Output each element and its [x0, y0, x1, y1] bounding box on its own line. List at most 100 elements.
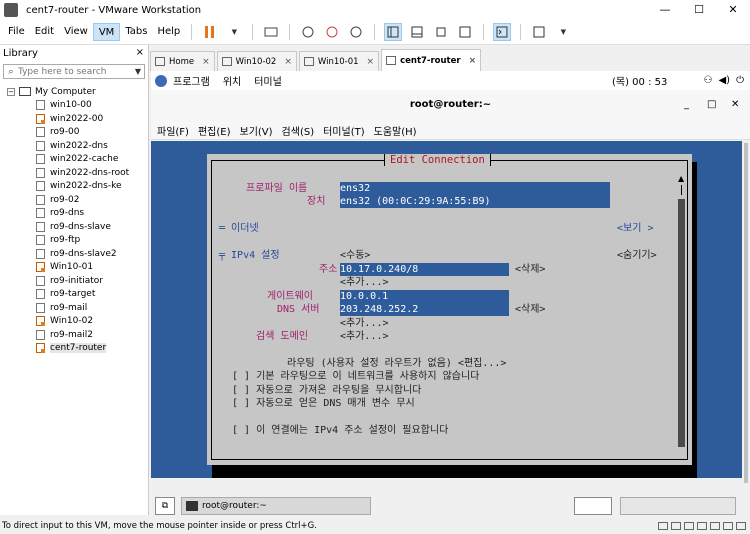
unity-icon[interactable]: [456, 23, 474, 41]
close-icon[interactable]: ×: [202, 57, 210, 67]
tree-item-vm[interactable]: ro9-02: [0, 193, 148, 207]
collapse-icon[interactable]: −: [7, 87, 15, 96]
terminal-maximize-button[interactable]: □: [707, 90, 716, 119]
close-icon[interactable]: ×: [367, 57, 375, 67]
tree-item-vm[interactable]: cent7-router: [0, 342, 148, 356]
network-icon[interactable]: ⚇: [704, 75, 713, 86]
volume-icon[interactable]: ◀): [718, 75, 730, 86]
show-desktop-icon[interactable]: ⧉: [155, 497, 175, 515]
tree-root-my-computer[interactable]: − My Computer: [0, 85, 148, 99]
workspace-1[interactable]: [574, 497, 612, 515]
hdd-icon[interactable]: [658, 522, 668, 530]
close-button[interactable]: ✕: [716, 0, 750, 20]
menu-programs[interactable]: 프로그램: [173, 73, 210, 88]
terminal-menu-file[interactable]: 파일(F): [157, 123, 189, 138]
tree-item-vm[interactable]: ro9-mail2: [0, 328, 148, 342]
menu-places[interactable]: 위치: [223, 73, 241, 88]
device-field[interactable]: ens32 (00:0C:29:9A:55:B9): [340, 195, 610, 208]
terminal-menu-terminal[interactable]: 터미널(T): [323, 123, 365, 138]
terminal-menu-view[interactable]: 보기(V): [240, 123, 273, 138]
tree-item-vm[interactable]: ro9-target: [0, 288, 148, 302]
revert-snapshot-icon[interactable]: [323, 23, 341, 41]
cdrom-icon[interactable]: [671, 522, 681, 530]
tree-item-vm[interactable]: ro9-initiator: [0, 274, 148, 288]
tree-item-vm[interactable]: win10-00: [0, 99, 148, 113]
network-adapter-icon[interactable]: [684, 522, 694, 530]
option-ignore-auto-routes[interactable]: [ ] 자동으로 가져온 라우팅을 무시합니다: [232, 384, 421, 397]
tab-home[interactable]: Home ×: [150, 51, 215, 71]
routing-line[interactable]: 라우팅 (사용자 설정 라우트가 없음) <편집...>: [287, 357, 506, 370]
scrollbar-track[interactable]: [678, 199, 685, 447]
menu-file[interactable]: File: [3, 23, 30, 41]
usb-icon[interactable]: [710, 522, 720, 530]
menu-edit[interactable]: Edit: [30, 23, 59, 41]
gateway-field[interactable]: 10.0.0.1: [340, 290, 509, 303]
tree-item-vm[interactable]: ro9-dns: [0, 207, 148, 221]
dialog-scrollbar[interactable]: ▲: [678, 173, 685, 447]
tree-item-vm[interactable]: win2022-dns-ke: [0, 180, 148, 194]
menu-terminal[interactable]: 터미널: [254, 73, 282, 88]
tree-item-vm[interactable]: win2022-dns-root: [0, 166, 148, 180]
library-search-input[interactable]: ⌕ Type here to search ▼: [3, 64, 145, 79]
tree-item-vm[interactable]: win2022-dns: [0, 139, 148, 153]
search-domain-add-button[interactable]: <추가...>: [340, 330, 389, 343]
scrollbar-thumb[interactable]: [744, 143, 748, 483]
tree-item-vm[interactable]: ro9-mail: [0, 301, 148, 315]
maximize-button[interactable]: ☐: [682, 0, 716, 20]
menu-help[interactable]: Help: [152, 23, 185, 41]
taskbar-terminal[interactable]: root@router:~: [181, 497, 371, 515]
terminal-minimize-button[interactable]: _: [684, 90, 689, 119]
terminal-menu-search[interactable]: 검색(S): [282, 123, 315, 138]
show-library-icon[interactable]: [384, 23, 403, 41]
close-icon[interactable]: ×: [284, 57, 292, 67]
option-ignore-auto-dns[interactable]: [ ] 자동으로 얻은 DNS 매개 변수 무시: [232, 397, 415, 410]
terminal-close-button[interactable]: ✕: [731, 90, 739, 119]
library-close-button[interactable]: ×: [136, 47, 144, 58]
profile-name-field[interactable]: ens32: [340, 182, 610, 195]
dns-field[interactable]: 203.248.252.2: [340, 303, 509, 316]
close-icon[interactable]: ×: [469, 56, 477, 66]
menu-tabs[interactable]: Tabs: [120, 23, 152, 41]
option-never-default[interactable]: [ ] 기본 라우팅으로 이 네트워크를 사용하지 않습니다: [232, 370, 479, 383]
terminal-menu-edit[interactable]: 편집(E): [198, 123, 231, 138]
tree-item-vm[interactable]: ro9-dns-slave2: [0, 247, 148, 261]
ipv4-hide-button[interactable]: <숨기기>: [617, 249, 657, 262]
tab-win10-02[interactable]: Win10-02 ×: [216, 51, 297, 71]
chevron-down-icon[interactable]: ▼: [554, 23, 572, 41]
tab-win10-01[interactable]: Win10-01 ×: [298, 51, 380, 71]
dns-add-button[interactable]: <추가...>: [340, 317, 389, 330]
option-require-ipv4[interactable]: [ ] 이 연결에는 IPv4 주소 설정이 필요합니다: [232, 424, 448, 437]
tree-item-vm[interactable]: win2022-00: [0, 112, 148, 126]
tree-item-vm[interactable]: ro9-ftp: [0, 234, 148, 248]
network-adapter-icon[interactable]: [697, 522, 707, 530]
dns-delete-button[interactable]: <삭제>: [515, 303, 545, 316]
ethernet-show-button[interactable]: <보기 >: [617, 222, 653, 235]
tree-item-vm[interactable]: Win10-01: [0, 261, 148, 275]
tab-cent7-router[interactable]: cent7-router ×: [381, 49, 482, 71]
terminal-scrollbar[interactable]: [742, 141, 750, 483]
console-view-icon[interactable]: [493, 23, 512, 41]
power-icon[interactable]: ⏻: [736, 75, 744, 86]
send-ctrl-alt-del-icon[interactable]: [262, 23, 280, 41]
full-screen-icon[interactable]: [432, 23, 450, 41]
ipv4-mode-select[interactable]: <수동>: [340, 249, 370, 262]
tree-item-vm[interactable]: win2022-cache: [0, 153, 148, 167]
chevron-down-icon[interactable]: ▼: [225, 23, 243, 41]
menu-vm[interactable]: VM: [92, 23, 121, 41]
terminal-screen[interactable]: Edit Connection 프로파일 이름 ens32 장치 ens32 (…: [151, 141, 742, 478]
tree-item-vm[interactable]: Win10-02: [0, 315, 148, 329]
terminal-menu-help[interactable]: 도움말(H): [374, 123, 417, 138]
address-delete-button[interactable]: <삭제>: [515, 263, 545, 276]
minimize-button[interactable]: —: [648, 0, 682, 20]
sound-icon[interactable]: [723, 522, 733, 530]
chevron-down-icon[interactable]: ▼: [132, 67, 144, 76]
menu-view[interactable]: View: [59, 23, 93, 41]
address-add-button[interactable]: <추가...>: [340, 276, 389, 289]
display-icon[interactable]: [736, 522, 746, 530]
snapshot-icon[interactable]: [299, 23, 317, 41]
stretch-icon[interactable]: [530, 23, 548, 41]
thumbnail-bar-icon[interactable]: [408, 23, 426, 41]
address-field[interactable]: 10.17.0.240/8: [340, 263, 509, 276]
tree-item-vm[interactable]: ro9-dns-slave: [0, 220, 148, 234]
pause-icon[interactable]: [201, 23, 219, 41]
